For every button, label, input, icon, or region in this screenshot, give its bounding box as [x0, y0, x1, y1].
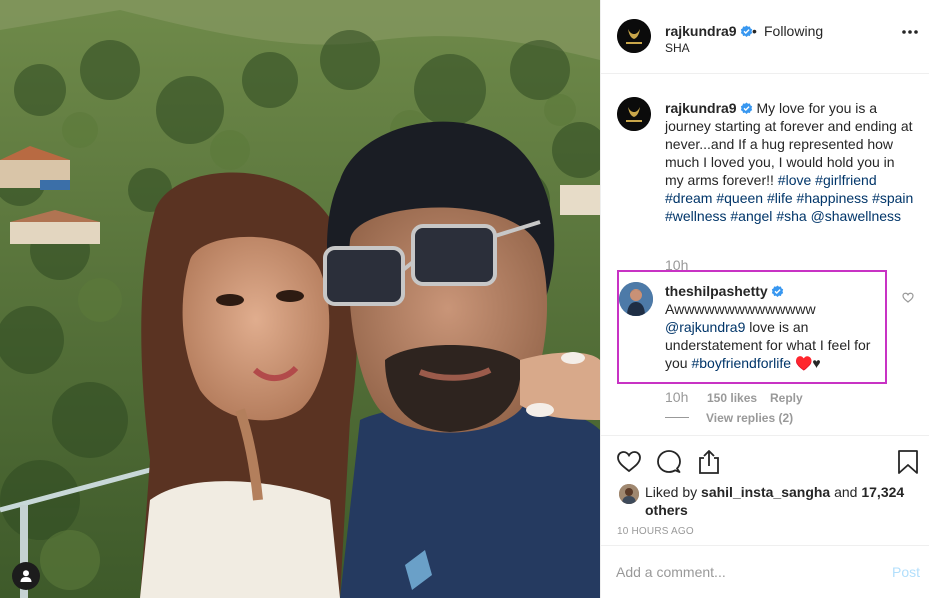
- comment-text-start: Awwwwwwwwwwwwww: [665, 301, 816, 317]
- reply-button[interactable]: Reply: [770, 391, 803, 405]
- comment-bubble-icon[interactable]: [656, 449, 682, 475]
- couple-selfie-image: [0, 0, 600, 598]
- caption-author-avatar[interactable]: [617, 97, 651, 131]
- hashtag-link[interactable]: #sha: [776, 208, 806, 224]
- liker-avatar[interactable]: [619, 484, 639, 504]
- brand-logo-icon: [617, 19, 651, 53]
- post-comment-button[interactable]: Post: [892, 564, 920, 580]
- hashtag-link[interactable]: #girlfriend: [815, 172, 876, 188]
- verified-badge-icon: [740, 25, 752, 37]
- instagram-post: rajkundra9 • Following SHA rajkundra9 My…: [0, 0, 929, 598]
- comment-timestamp[interactable]: 10h: [665, 389, 688, 405]
- author-avatar[interactable]: [617, 19, 651, 53]
- commenter-username[interactable]: theshilpashetty: [665, 283, 768, 299]
- comment-text: theshilpashetty Awwwwwwwwwwwwww @rajkund…: [665, 282, 885, 372]
- post-header: rajkundra9 • Following SHA: [601, 0, 929, 74]
- commenter-photo: [619, 282, 653, 316]
- hashtag-link[interactable]: #dream: [665, 190, 712, 206]
- like-comment-heart-icon[interactable]: [902, 292, 914, 303]
- hashtag-link[interactable]: #love: [778, 172, 811, 188]
- following-button[interactable]: Following: [764, 23, 823, 39]
- save-bookmark-icon[interactable]: [895, 449, 921, 475]
- author-username[interactable]: rajkundra9: [665, 23, 753, 39]
- person-icon: [20, 570, 32, 582]
- brand-logo-icon: [617, 97, 651, 131]
- caption-username[interactable]: rajkundra9: [665, 100, 737, 116]
- hashtag-link[interactable]: #angel: [730, 208, 772, 224]
- share-upload-icon[interactable]: [696, 449, 722, 475]
- hashtag-link[interactable]: #wellness: [665, 208, 726, 224]
- like-heart-icon[interactable]: [616, 449, 642, 475]
- post-caption: rajkundra9 My love for you is a journey …: [665, 99, 915, 225]
- liked-by-prefix: Liked by: [645, 484, 698, 500]
- liked-by-summary: Liked by sahil_insta_sangha and 17,324 o…: [645, 483, 915, 519]
- author-username-text[interactable]: rajkundra9: [665, 23, 737, 39]
- add-comment-input[interactable]: [616, 560, 866, 584]
- location-link[interactable]: SHA: [665, 41, 690, 55]
- post-actions: Liked by sahil_insta_sangha and 17,324 o…: [601, 435, 929, 545]
- hashtag-link[interactable]: #boyfriendforlife: [691, 355, 791, 371]
- liker-photo: [619, 484, 639, 504]
- post-timestamp[interactable]: 10 HOURS AGO: [617, 526, 694, 537]
- liked-by-and: and: [834, 484, 858, 500]
- liked-by-username[interactable]: sahil_insta_sangha: [701, 484, 830, 500]
- post-photo[interactable]: [0, 0, 600, 598]
- hashtag-link[interactable]: #spain: [872, 190, 913, 206]
- verified-badge-icon: [740, 102, 752, 114]
- view-replies-line: [665, 417, 689, 418]
- header-separator: •: [752, 23, 757, 39]
- more-options-icon[interactable]: [901, 29, 919, 35]
- commenter-avatar[interactable]: [619, 282, 653, 316]
- hashtag-link[interactable]: #queen: [716, 190, 763, 206]
- hashtag-link[interactable]: #happiness: [797, 190, 869, 206]
- mention-link[interactable]: @rajkundra9: [665, 319, 745, 335]
- comment-emoji: ♥️♥: [794, 355, 821, 371]
- verified-badge-icon: [771, 285, 783, 297]
- add-comment-bar: Post: [601, 545, 929, 598]
- view-replies-button[interactable]: View replies (2): [706, 411, 793, 425]
- post-side-panel: rajkundra9 • Following SHA rajkundra9 My…: [600, 0, 929, 598]
- tagged-people-button[interactable]: [12, 562, 40, 590]
- mention-link[interactable]: @shawellness: [811, 208, 901, 224]
- comments-section[interactable]: rajkundra9 My love for you is a journey …: [601, 75, 929, 435]
- comment-likes[interactable]: 150 likes: [707, 391, 757, 405]
- hashtag-link[interactable]: #life: [767, 190, 793, 206]
